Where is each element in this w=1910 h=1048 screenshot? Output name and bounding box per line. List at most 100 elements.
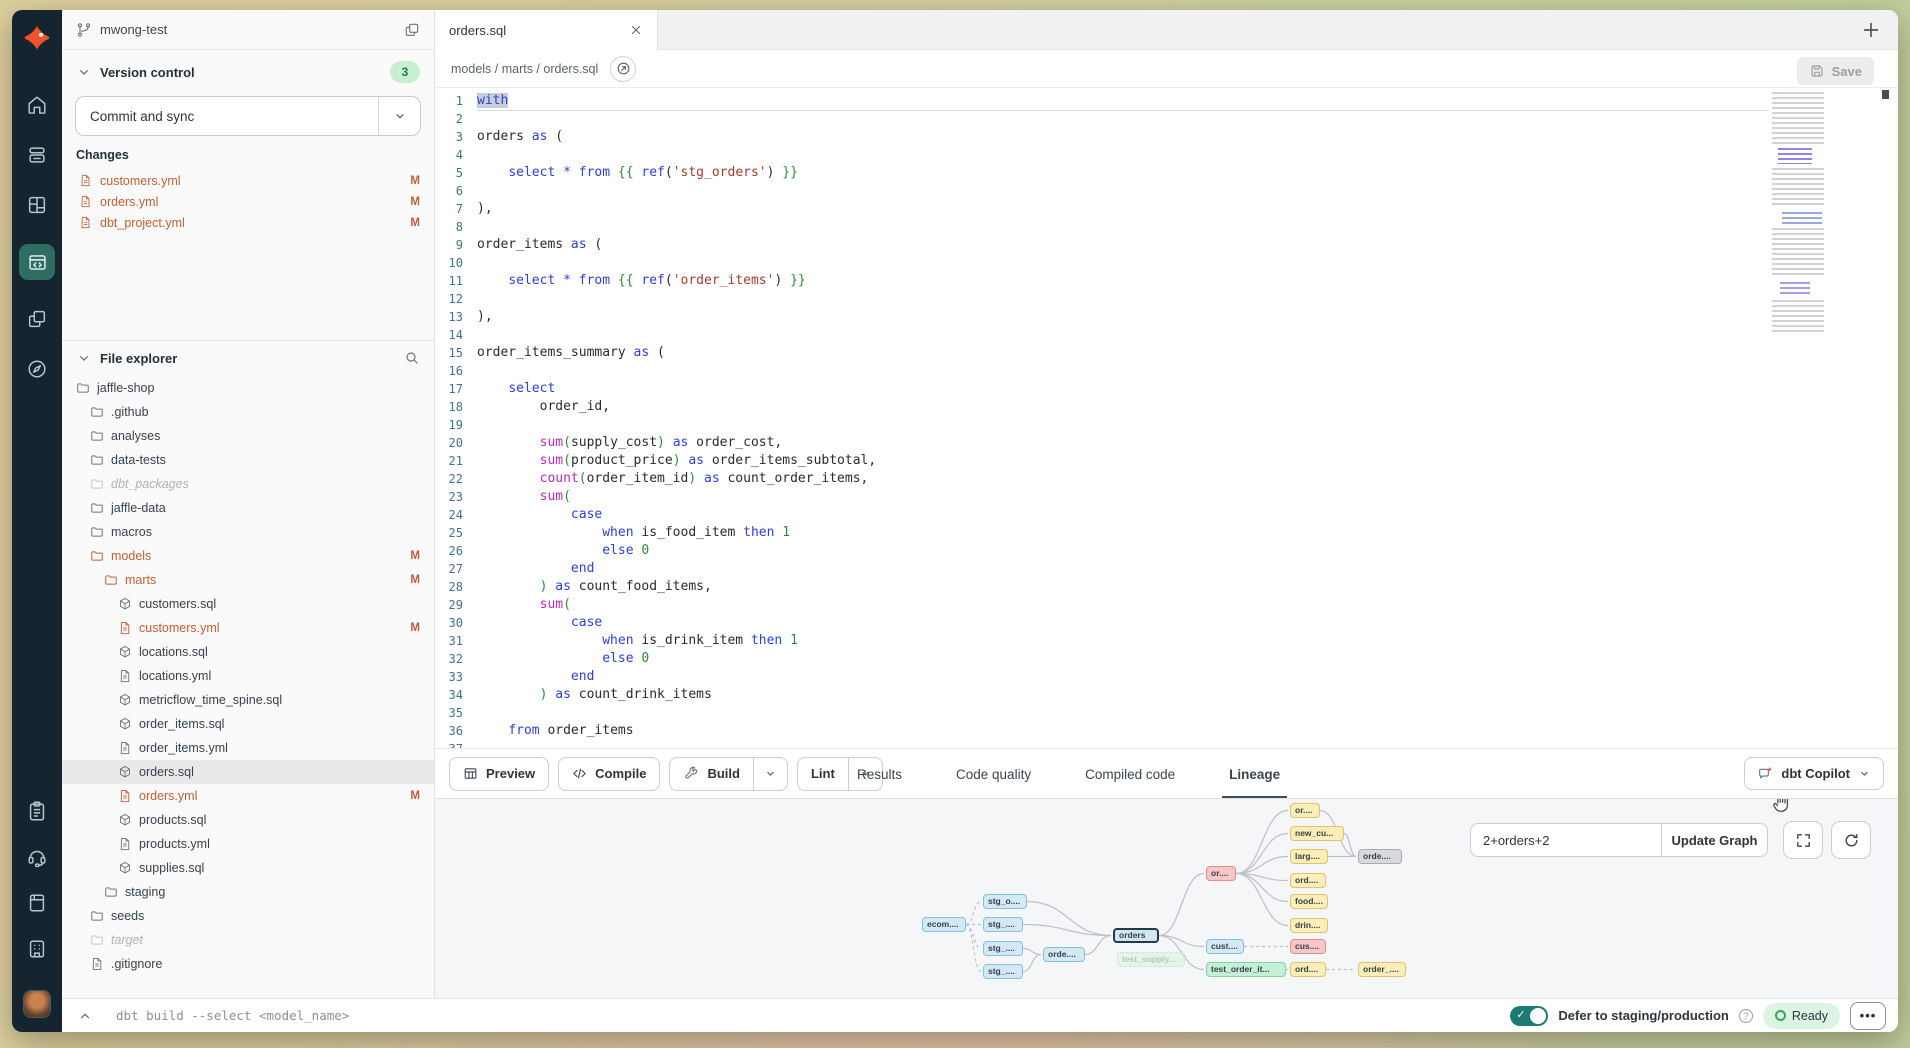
changed-file-row[interactable]: customers.ymlM bbox=[62, 170, 434, 191]
code-line: 12 bbox=[435, 290, 1898, 308]
lineage-node[interactable]: ord.... bbox=[1290, 873, 1326, 888]
lineage-node[interactable]: stg_.... bbox=[983, 941, 1023, 956]
file-tree-item[interactable]: order_items.yml bbox=[62, 736, 434, 760]
lineage-node[interactable]: stg_.... bbox=[983, 917, 1023, 932]
file-tree-item[interactable]: supplies.sql bbox=[62, 856, 434, 880]
result-tab-results[interactable]: Results bbox=[850, 749, 909, 799]
support-headset-icon[interactable] bbox=[26, 846, 48, 868]
home-icon[interactable] bbox=[26, 94, 48, 116]
file-tree-item[interactable]: orders.sql bbox=[62, 760, 434, 784]
build-button[interactable]: Build bbox=[670, 758, 753, 790]
chevron-up-icon[interactable] bbox=[78, 1009, 92, 1023]
info-icon[interactable]: ? bbox=[1739, 1009, 1753, 1023]
projects-icon[interactable] bbox=[26, 144, 48, 166]
build-dropdown-chevron[interactable] bbox=[753, 758, 787, 790]
lineage-node[interactable]: stg_o.... bbox=[983, 894, 1027, 909]
file-tree-item[interactable]: modelsM bbox=[62, 544, 434, 568]
lineage-node[interactable]: ord.... bbox=[1290, 962, 1326, 977]
lineage-node[interactable]: or.... bbox=[1290, 803, 1320, 818]
minimap[interactable] bbox=[1772, 92, 1836, 342]
more-options-button[interactable]: ••• bbox=[1850, 1002, 1886, 1030]
checklist-icon[interactable] bbox=[26, 800, 48, 822]
file-tree-item[interactable]: orders.ymlM bbox=[62, 784, 434, 808]
result-tab-compiled-code[interactable]: Compiled code bbox=[1078, 749, 1182, 799]
file-tree-item[interactable]: metricflow_time_spine.sql bbox=[62, 688, 434, 712]
refresh-button[interactable] bbox=[1831, 821, 1871, 859]
lineage-node[interactable]: or.... bbox=[1206, 866, 1236, 881]
save-button[interactable]: Save bbox=[1797, 57, 1874, 85]
lineage-node[interactable]: cust.... bbox=[1206, 939, 1244, 954]
compare-icon[interactable] bbox=[26, 308, 48, 330]
version-control-header[interactable]: Version control 3 bbox=[62, 60, 434, 84]
copy-branch-icon[interactable] bbox=[404, 22, 420, 38]
file-tree-item[interactable]: macros bbox=[62, 520, 434, 544]
lineage-node[interactable]: test_order_it... bbox=[1206, 962, 1286, 977]
file-tree-item[interactable]: dbt_packages bbox=[62, 472, 434, 496]
lineage-node[interactable]: orde.... bbox=[1043, 947, 1085, 962]
tab-orders-sql[interactable]: orders.sql bbox=[435, 10, 658, 50]
lineage-node[interactable]: new_cu... bbox=[1290, 826, 1344, 841]
file-tree-item[interactable]: staging bbox=[62, 880, 434, 904]
compass-icon[interactable] bbox=[26, 358, 48, 380]
file-tree-item[interactable]: products.yml bbox=[62, 832, 434, 856]
code-line: 35 bbox=[435, 704, 1898, 722]
update-graph-label: Update Graph bbox=[1672, 833, 1758, 848]
file-tree-item[interactable]: order_items.sql bbox=[62, 712, 434, 736]
lineage-node[interactable]: order_.... bbox=[1358, 962, 1406, 977]
lineage-node[interactable]: stg_.... bbox=[983, 964, 1023, 979]
search-icon[interactable] bbox=[404, 350, 420, 366]
file-tree-item[interactable]: seeds bbox=[62, 904, 434, 928]
lineage-node[interactable]: cus.... bbox=[1290, 939, 1326, 954]
editor-scrollbar[interactable] bbox=[1882, 90, 1889, 99]
commit-dropdown-chevron[interactable] bbox=[378, 97, 420, 135]
lineage-node[interactable]: larg.... bbox=[1290, 849, 1328, 864]
file-explorer-header[interactable]: File explorer bbox=[62, 346, 434, 370]
code-editor-icon[interactable] bbox=[19, 244, 55, 280]
result-tab-lineage[interactable]: Lineage bbox=[1222, 749, 1287, 799]
close-icon[interactable] bbox=[629, 23, 643, 37]
lint-button[interactable]: Lint bbox=[798, 758, 848, 790]
lineage-node[interactable]: test_supply... bbox=[1117, 952, 1185, 967]
defer-toggle[interactable]: ✓ bbox=[1510, 1006, 1548, 1026]
code-editor[interactable]: 1with23orders as (45 select * from {{ re… bbox=[435, 88, 1898, 748]
file-tree-item[interactable]: data-tests bbox=[62, 448, 434, 472]
changed-file-row[interactable]: orders.ymlM bbox=[62, 191, 434, 212]
changed-file-row[interactable]: dbt_project.ymlM bbox=[62, 212, 434, 233]
result-tab-code-quality[interactable]: Code quality bbox=[949, 749, 1038, 799]
file-tree-item[interactable]: locations.yml bbox=[62, 664, 434, 688]
organization-icon[interactable] bbox=[26, 938, 48, 960]
code-line: 22 count(order_item_id) as count_order_i… bbox=[435, 470, 1898, 488]
view-lineage-icon[interactable] bbox=[610, 56, 636, 82]
file-tree-item[interactable]: .gitignore bbox=[62, 952, 434, 976]
file-tree-item[interactable]: target bbox=[62, 928, 434, 952]
docs-icon[interactable] bbox=[26, 892, 48, 914]
preview-button[interactable]: Preview bbox=[449, 757, 549, 791]
file-tree-item[interactable]: customers.sql bbox=[62, 592, 434, 616]
lineage-node[interactable]: orders bbox=[1113, 928, 1159, 943]
lineage-node[interactable]: orde.... bbox=[1358, 849, 1402, 864]
fullscreen-button[interactable] bbox=[1783, 821, 1823, 859]
left-icon-rail bbox=[12, 10, 62, 1032]
file-tree-item[interactable]: martsM bbox=[62, 568, 434, 592]
new-tab-plus-icon[interactable] bbox=[1860, 19, 1882, 41]
command-input[interactable]: dbt build --select <model_name> bbox=[116, 1008, 349, 1023]
user-avatar[interactable] bbox=[23, 990, 51, 1018]
file-tree-item[interactable]: analyses bbox=[62, 424, 434, 448]
file-tree-item[interactable]: locations.sql bbox=[62, 640, 434, 664]
lineage-node[interactable]: drin.... bbox=[1290, 918, 1328, 933]
compile-button[interactable]: Compile bbox=[558, 757, 660, 791]
file-tree-item[interactable]: customers.ymlM bbox=[62, 616, 434, 640]
code-line: 28 ) as count_food_items, bbox=[435, 578, 1898, 596]
dbt-logo-icon[interactable] bbox=[22, 24, 52, 54]
lineage-selector-input[interactable]: 2+orders+2 bbox=[1470, 823, 1662, 857]
commit-and-sync-button[interactable]: Commit and sync bbox=[75, 96, 421, 136]
lineage-node[interactable]: food.... bbox=[1290, 894, 1328, 909]
dbt-copilot-button[interactable]: dbt Copilot bbox=[1744, 757, 1884, 790]
apps-grid-icon[interactable] bbox=[26, 194, 48, 216]
file-tree-item[interactable]: .github bbox=[62, 400, 434, 424]
lineage-node[interactable]: ecom.... bbox=[922, 917, 966, 932]
file-tree-item[interactable]: jaffle-data bbox=[62, 496, 434, 520]
file-tree-item[interactable]: jaffle-shop bbox=[62, 376, 434, 400]
file-tree-item[interactable]: products.sql bbox=[62, 808, 434, 832]
update-graph-button[interactable]: Update Graph bbox=[1661, 823, 1768, 857]
